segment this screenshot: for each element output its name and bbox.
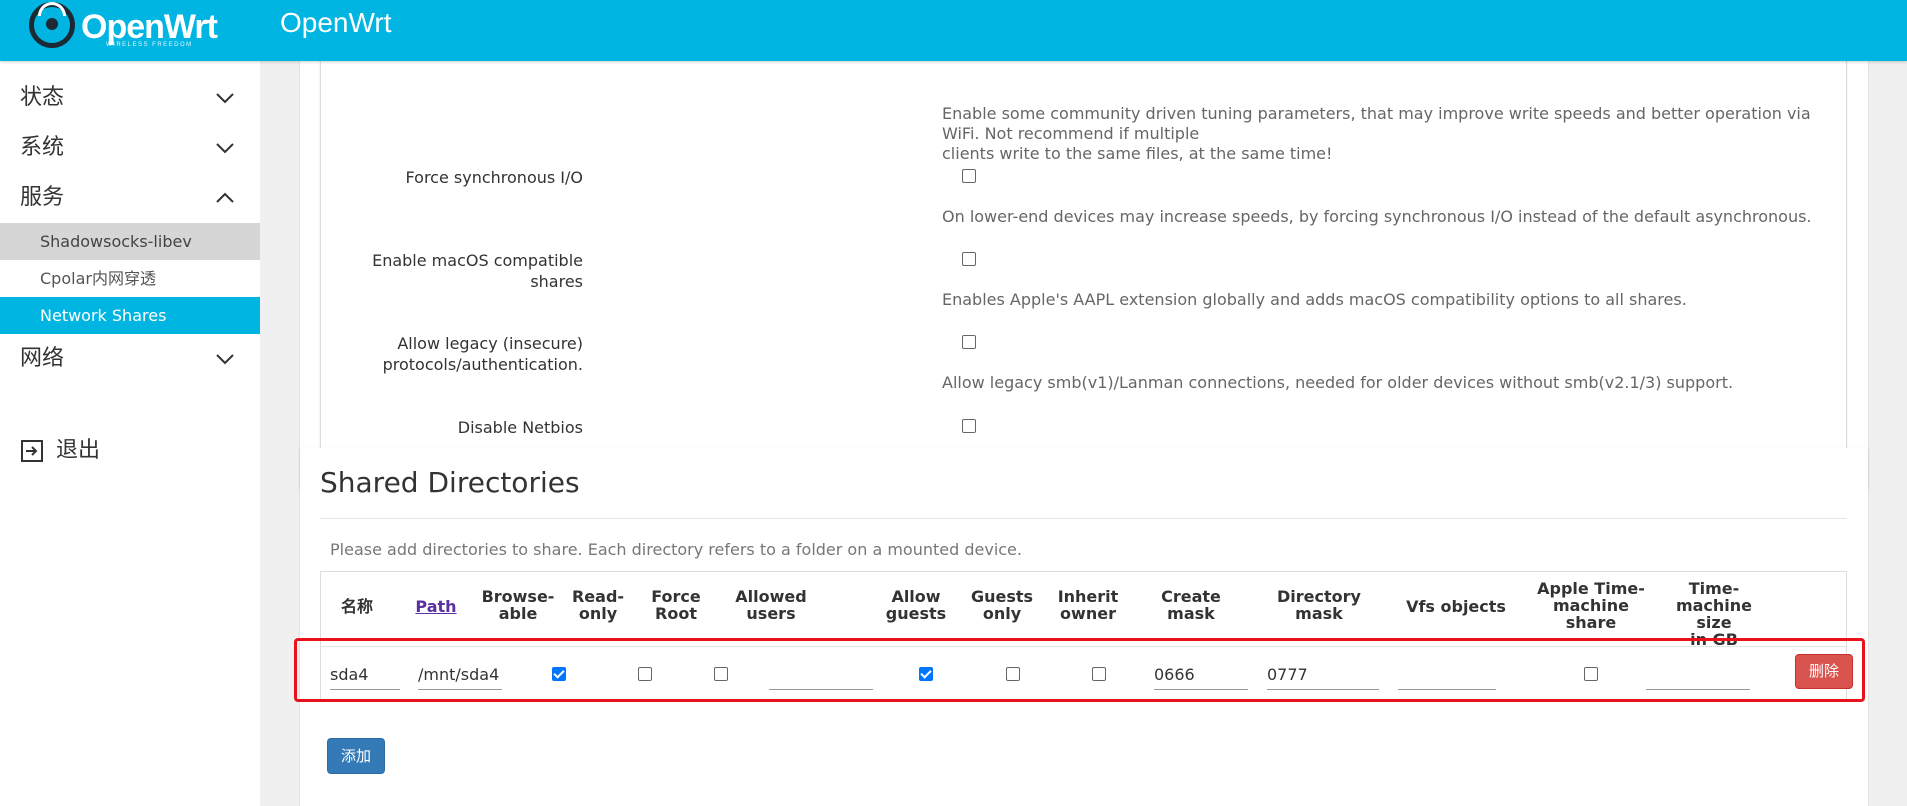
section-description: Please add directories to share. Each di… (330, 540, 1022, 559)
input-underline (1267, 689, 1379, 690)
sidebar-subitem-shadowsocks[interactable]: Shadowsocks-libev (0, 223, 260, 260)
chevron-up-icon (216, 192, 234, 203)
force-sync-label: Force synchronous I/O (405, 168, 583, 187)
force-sync-checkbox[interactable] (962, 169, 976, 183)
chevron-down-icon (216, 354, 234, 365)
input-underline (1398, 689, 1496, 690)
add-button[interactable]: 添加 (327, 738, 385, 774)
col-header-allowed-users: Allowed users (735, 587, 807, 623)
macos-shares-description: Enables Apple's AAPL extension globally … (942, 290, 1687, 309)
openwrt-logo[interactable]: OpenWrt WIRELESS FREEDOM (26, 0, 236, 58)
col-header-create-mask: Create mask (1161, 587, 1221, 623)
general-settings-card: Enable some community driven tuning para… (300, 51, 1868, 489)
guests-only-checkbox[interactable] (1006, 667, 1020, 681)
sidebar-item-label: 状态 (20, 85, 65, 110)
sidebar-item-services[interactable]: 服务 (0, 173, 260, 223)
sidebar-item-label: 系统 (20, 135, 65, 160)
sidebar-subitem-network-shares[interactable]: Network Shares (0, 297, 260, 334)
logo-subtitle: WIRELESS FREEDOM (106, 42, 193, 48)
col-header-allow-guests: Allow guests (885, 587, 947, 623)
legacy-protocols-checkbox[interactable] (962, 335, 976, 349)
allow-guests-checkbox[interactable] (919, 667, 933, 681)
input-underline (769, 689, 873, 690)
macos-shares-checkbox[interactable] (962, 252, 976, 266)
macos-shares-label: Enable macOS compatible shares (372, 251, 583, 291)
top-header: OpenWrt WIRELESS FREEDOM OpenWrt (0, 0, 1907, 61)
disable-netbios-checkbox[interactable] (962, 419, 976, 433)
input-underline (1154, 689, 1248, 690)
shared-directories-card: Shared Directories Please add directorie… (300, 448, 1868, 806)
legacy-protocols-label: Allow legacy (insecure) protocols/authen… (382, 334, 583, 374)
sidebar-item-status[interactable]: 状态 (0, 73, 260, 123)
legacy-protocols-description: Allow legacy smb(v1)/Lanman connections,… (942, 373, 1734, 392)
timemachine-checkbox[interactable] (1584, 667, 1598, 681)
chevron-down-icon (216, 93, 234, 104)
logo-dot-icon (46, 18, 58, 30)
sidebar-item-label: 服务 (20, 185, 65, 210)
col-header-guests-only: Guests only (970, 587, 1034, 623)
tuning-description: Enable some community driven tuning para… (942, 104, 1811, 163)
logout-icon (21, 440, 43, 462)
input-underline (418, 689, 502, 690)
delete-button[interactable]: 删除 (1795, 654, 1853, 689)
brand-title[interactable]: OpenWrt (280, 7, 392, 39)
create-mask-input[interactable]: 0666 (1154, 665, 1195, 684)
section-title: Shared Directories (320, 466, 580, 499)
col-header-inherit-owner: Inherit owner (1057, 587, 1119, 623)
shares-table: 名称 Path Browse-able Read-only Force Root … (320, 571, 1853, 701)
input-underline (330, 689, 400, 690)
input-underline (1646, 689, 1750, 690)
col-header-name: 名称 (340, 597, 373, 616)
sidebar: 状态 系统 服务 Shadowsocks-libev Cpolar内网穿透 Ne… (0, 61, 260, 806)
divider (320, 518, 1847, 519)
sidebar-item-network[interactable]: 网络 (0, 334, 260, 384)
col-header-timemachine: Apple Time-machine share (1537, 579, 1645, 632)
browseable-checkbox[interactable] (552, 667, 566, 681)
logout-link[interactable]: 退出 (20, 433, 100, 469)
col-header-vfs-objects: Vfs objects (1406, 597, 1506, 616)
force-sync-description: On lower-end devices may increase speeds… (942, 207, 1812, 226)
chevron-down-icon (216, 143, 234, 154)
share-path-input[interactable]: /mnt/sda4 (418, 665, 499, 684)
inherit-owner-checkbox[interactable] (1092, 667, 1106, 681)
sidebar-item-label: 网络 (20, 346, 65, 371)
col-header-readonly: Read-only (571, 587, 625, 623)
sidebar-item-system[interactable]: 系统 (0, 123, 260, 173)
logout-label: 退出 (56, 438, 101, 463)
disable-netbios-label: Disable Netbios (457, 418, 583, 437)
settings-panel: Enable some community driven tuning para… (320, 51, 1847, 459)
col-header-path[interactable]: Path (406, 598, 466, 615)
col-header-directory-mask: Directory mask (1277, 587, 1361, 623)
directory-mask-input[interactable]: 0777 (1267, 665, 1308, 684)
forceroot-checkbox[interactable] (714, 667, 728, 681)
main-content: Enable some community driven tuning para… (260, 51, 1907, 806)
col-header-browseable: Browse-able (481, 587, 555, 623)
readonly-checkbox[interactable] (638, 667, 652, 681)
col-header-timemachine-size: Time-machine size in GB (1675, 579, 1753, 649)
share-name-input[interactable]: sda4 (330, 665, 368, 684)
sidebar-subitem-cpolar[interactable]: Cpolar内网穿透 (0, 260, 260, 297)
header-separator (321, 646, 1846, 647)
col-header-forceroot: Force Root (651, 587, 701, 623)
